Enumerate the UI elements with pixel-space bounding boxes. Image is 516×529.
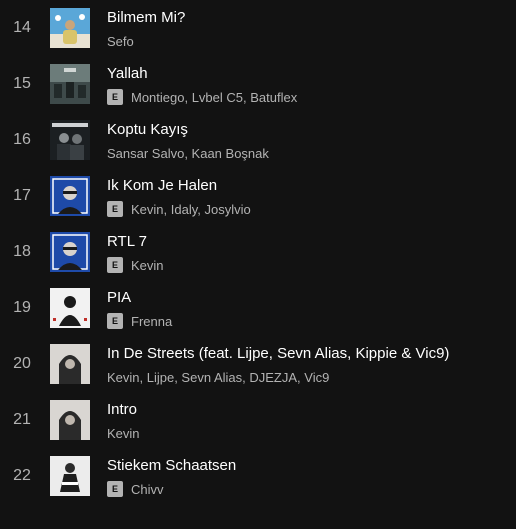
track-row[interactable]: 19 PIA E Frenna bbox=[0, 280, 516, 336]
album-cover-white-figure-dark-icon[interactable] bbox=[50, 456, 90, 496]
track-number: 22 bbox=[13, 467, 31, 484]
explicit-badge: E bbox=[107, 89, 123, 105]
track-subtitle: Kevin, Lijpe, Sevn Alias, DJEZJA, Vic9 bbox=[107, 369, 329, 385]
track-subtitle: Sansar Salvo, Kaan Boşnak bbox=[107, 145, 269, 161]
track-title[interactable]: PIA bbox=[107, 289, 131, 306]
track-artists[interactable]: Sefo bbox=[107, 34, 134, 49]
track-title[interactable]: Ik Kom Je Halen bbox=[107, 177, 217, 194]
explicit-badge: E bbox=[107, 313, 123, 329]
track-title[interactable]: Yallah bbox=[107, 65, 148, 82]
album-cover-blue-portrait-icon[interactable] bbox=[50, 176, 90, 216]
track-number: 18 bbox=[13, 243, 31, 260]
album-cover-duo-icon[interactable] bbox=[50, 120, 90, 160]
track-title[interactable]: RTL 7 bbox=[107, 233, 147, 250]
track-title[interactable]: Bilmem Mi? bbox=[107, 9, 185, 26]
track-row[interactable]: 16 Koptu Kayış Sansar Salvo, Kaan Boşnak bbox=[0, 112, 516, 168]
track-number: 15 bbox=[13, 75, 31, 92]
track-title[interactable]: Intro bbox=[107, 401, 137, 418]
track-number: 17 bbox=[13, 187, 31, 204]
album-cover-blue-portrait-icon[interactable] bbox=[50, 232, 90, 272]
track-subtitle: Kevin bbox=[107, 425, 140, 441]
track-artists[interactable]: Kevin bbox=[107, 426, 140, 441]
track-number: 21 bbox=[13, 411, 31, 428]
track-subtitle: E Frenna bbox=[107, 313, 172, 329]
track-title[interactable]: Stiekem Schaatsen bbox=[107, 457, 236, 474]
album-cover-street-icon[interactable] bbox=[50, 64, 90, 104]
track-title[interactable]: In De Streets (feat. Lijpe, Sevn Alias, … bbox=[107, 345, 449, 362]
track-artists[interactable]: Kevin, Idaly, Josylvio bbox=[131, 202, 251, 217]
track-number: 20 bbox=[13, 355, 31, 372]
explicit-badge: E bbox=[107, 257, 123, 273]
album-cover-hood-portrait-icon[interactable] bbox=[50, 400, 90, 440]
track-subtitle: Sefo bbox=[107, 33, 134, 49]
track-subtitle: E Montiego, Lvbel C5, Batuflex bbox=[107, 89, 297, 105]
track-artists[interactable]: Montiego, Lvbel C5, Batuflex bbox=[131, 90, 297, 105]
album-cover-white-figure-icon[interactable] bbox=[50, 288, 90, 328]
track-list: 14 Bilmem Mi? Sefo 15 Yallah E Montiego,… bbox=[0, 0, 516, 529]
track-subtitle: E Chivv bbox=[107, 481, 164, 497]
track-row[interactable]: 14 Bilmem Mi? Sefo bbox=[0, 0, 516, 56]
track-artists[interactable]: Chivv bbox=[131, 482, 164, 497]
track-row[interactable]: 20 In De Streets (feat. Lijpe, Sevn Alia… bbox=[0, 336, 516, 392]
track-artists[interactable]: Frenna bbox=[131, 314, 172, 329]
album-cover-hood-portrait-icon[interactable] bbox=[50, 344, 90, 384]
album-cover-sky-figure-icon[interactable] bbox=[50, 8, 90, 48]
track-row[interactable]: 21 Intro Kevin bbox=[0, 392, 516, 448]
track-number: 16 bbox=[13, 131, 31, 148]
track-artists[interactable]: Kevin bbox=[131, 258, 164, 273]
track-artists[interactable]: Sansar Salvo, Kaan Boşnak bbox=[107, 146, 269, 161]
track-number: 14 bbox=[13, 19, 31, 36]
track-row[interactable]: 22 Stiekem Schaatsen E Chivv bbox=[0, 448, 516, 504]
explicit-badge: E bbox=[107, 481, 123, 497]
explicit-badge: E bbox=[107, 201, 123, 217]
track-artists[interactable]: Kevin, Lijpe, Sevn Alias, DJEZJA, Vic9 bbox=[107, 370, 329, 385]
track-number: 19 bbox=[13, 299, 31, 316]
track-row[interactable]: 18 RTL 7 E Kevin bbox=[0, 224, 516, 280]
track-row[interactable]: 15 Yallah E Montiego, Lvbel C5, Batuflex bbox=[0, 56, 516, 112]
track-row[interactable]: 17 Ik Kom Je Halen E Kevin, Idaly, Josyl… bbox=[0, 168, 516, 224]
track-subtitle: E Kevin bbox=[107, 257, 164, 273]
track-subtitle: E Kevin, Idaly, Josylvio bbox=[107, 201, 251, 217]
track-title[interactable]: Koptu Kayış bbox=[107, 121, 188, 138]
